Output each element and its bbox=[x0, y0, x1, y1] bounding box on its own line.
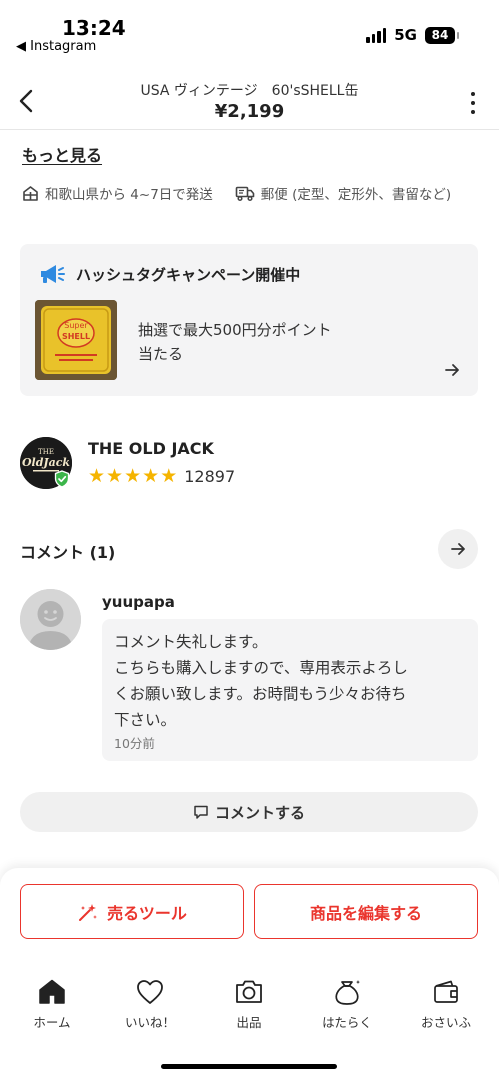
svg-text:SHELL: SHELL bbox=[62, 332, 90, 341]
wallet-icon bbox=[431, 978, 461, 1006]
campaign-line-2: 当たる bbox=[138, 345, 184, 363]
star-icon: ★ bbox=[142, 465, 160, 487]
comment-line: コメント失礼します。 bbox=[114, 633, 268, 651]
campaign-description: 抽選で最大500円分ポイント 当たる bbox=[138, 318, 332, 366]
camera-icon bbox=[234, 978, 264, 1006]
package-icon bbox=[23, 185, 38, 201]
default-user-icon bbox=[20, 589, 81, 650]
tab-home-label: ホーム bbox=[33, 1015, 71, 1030]
seller-name[interactable]: THE OLD JACK bbox=[88, 439, 214, 458]
comment-bubble: コメント失礼します。 こちらも購入しますので、専用表示よろし くお願い致します。… bbox=[102, 619, 478, 761]
rating-count: 12897 bbox=[184, 466, 236, 486]
comment-timestamp: 10分前 bbox=[114, 736, 155, 751]
shipping-origin: 和歌山県から 4~7日で発送 bbox=[22, 183, 213, 203]
campaign-line-1: 抽選で最大500円分ポイント bbox=[138, 321, 332, 339]
back-to-instagram-link[interactable]: ◀ Instagram bbox=[16, 39, 96, 54]
battery-icon: 84 bbox=[425, 26, 459, 44]
comment-icon bbox=[194, 805, 208, 819]
seller-avatar[interactable]: THE OldJack bbox=[20, 437, 72, 489]
item-price: ¥2,199 bbox=[214, 101, 285, 122]
dot-icon bbox=[471, 92, 475, 96]
write-comment-button[interactable]: コメントする bbox=[20, 792, 478, 832]
shipping-origin-text: 和歌山県から 4~7日で発送 bbox=[45, 187, 213, 203]
edit-item-button[interactable]: 商品を編集する bbox=[254, 884, 478, 939]
comments-heading: コメント (1) bbox=[20, 543, 116, 562]
sell-tools-button[interactable]: 売るツール bbox=[20, 884, 244, 939]
tab-wallet-label: おさいふ bbox=[420, 1015, 471, 1030]
more-options-button[interactable] bbox=[469, 92, 477, 114]
campaign-image: Super SHELL bbox=[35, 300, 117, 380]
status-indicators: 5G 84 bbox=[366, 26, 459, 44]
sell-tools-label: 売るツール bbox=[107, 903, 187, 923]
comments-arrow-button[interactable] bbox=[438, 529, 478, 569]
shipping-method: 郵便 (定型、定形外、書留など) bbox=[235, 183, 451, 203]
verified-badge-icon bbox=[54, 470, 70, 488]
tab-sell-label: 出品 bbox=[236, 1015, 262, 1030]
item-title: USA ヴィンテージ 60'sSHELL缶 bbox=[140, 83, 359, 99]
tab-likes-label: いいね！ bbox=[124, 1015, 175, 1030]
arrow-right-icon bbox=[445, 364, 459, 376]
dot-icon bbox=[471, 110, 475, 114]
comment-line: 下さい。 bbox=[114, 711, 177, 729]
truck-icon bbox=[235, 186, 255, 201]
home-icon bbox=[37, 978, 67, 1006]
star-icon: ★ bbox=[106, 465, 124, 487]
signal-icon bbox=[366, 27, 387, 43]
magic-wand-icon bbox=[79, 903, 98, 921]
tab-home[interactable]: ホーム bbox=[2, 978, 102, 1031]
comment-line: くお願い致します。お時間もう少々お待ち bbox=[114, 685, 407, 703]
star-icon: ★ bbox=[88, 465, 106, 487]
bottom-tab-bar: ホーム いいね！ 出品 はたらく おさいふ bbox=[0, 978, 499, 1038]
dot-icon bbox=[471, 101, 475, 105]
svg-text:THE: THE bbox=[38, 448, 54, 456]
megaphone-icon bbox=[41, 265, 65, 283]
shipping-method-text: 郵便 (定型、定形外、書留など) bbox=[260, 187, 452, 203]
tab-wallet[interactable]: おさいふ bbox=[396, 978, 496, 1031]
commenter-avatar[interactable] bbox=[20, 589, 81, 650]
tab-work-label: はたらく bbox=[322, 1015, 372, 1030]
write-comment-label: コメントする bbox=[214, 803, 305, 822]
heart-icon bbox=[135, 978, 165, 1006]
shipping-info: 和歌山県から 4~7日で発送 郵便 (定型、定形外、書留など) bbox=[22, 183, 482, 203]
network-type: 5G bbox=[394, 26, 417, 44]
star-icon: ★ bbox=[124, 465, 142, 487]
home-indicator[interactable] bbox=[161, 1064, 337, 1069]
seller-rating: ★ ★ ★ ★ ★ 12897 bbox=[88, 466, 235, 486]
money-bag-icon bbox=[332, 978, 362, 1006]
comment-text: コメント失礼します。 こちらも購入しますので、専用表示よろし くお願い致します。… bbox=[114, 629, 466, 733]
svg-text:Super: Super bbox=[64, 321, 88, 330]
status-bar: 13:24 ◀ Instagram 5G 84 bbox=[0, 0, 499, 58]
show-more-link[interactable]: もっと見る bbox=[22, 142, 102, 166]
bottom-action-panel: 売るツール 商品を編集する ホーム いいね！ 出品 はたらく おさいふ bbox=[0, 868, 499, 1080]
status-time: 13:24 bbox=[62, 16, 126, 40]
star-icon: ★ bbox=[160, 465, 178, 487]
arrow-right-icon bbox=[451, 543, 465, 555]
item-header: USA ヴィンテージ 60'sSHELL缶 ¥2,199 bbox=[0, 70, 499, 130]
tab-likes[interactable]: いいね！ bbox=[100, 978, 200, 1031]
commenter-name[interactable]: yuupapa bbox=[102, 593, 175, 611]
svg-text:OldJack: OldJack bbox=[22, 456, 70, 469]
tab-work[interactable]: はたらく bbox=[297, 978, 397, 1031]
campaign-title: ハッシュタグキャンペーン開催中 bbox=[76, 266, 301, 284]
edit-item-label: 商品を編集する bbox=[309, 903, 422, 923]
comment-line: こちらも購入しますので、専用表示よろし bbox=[114, 659, 408, 677]
tab-sell[interactable]: 出品 bbox=[199, 978, 299, 1031]
hashtag-campaign-card[interactable]: ハッシュタグキャンペーン開催中 Super SHELL 抽選で最大500円分ポイ… bbox=[20, 244, 478, 396]
